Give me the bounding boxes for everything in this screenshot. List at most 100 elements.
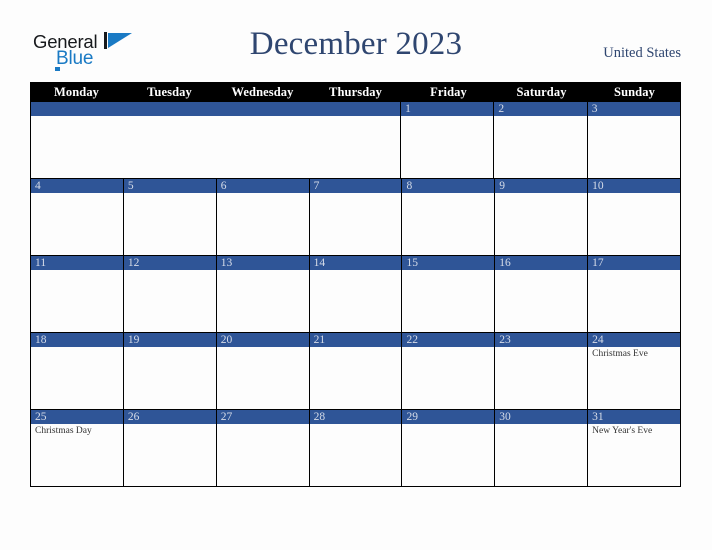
day-cell-11[interactable]: 11: [30, 256, 123, 333]
event-area: [217, 270, 309, 332]
day-cell-27[interactable]: 27: [215, 410, 309, 487]
week-row: 4 5 6 7 8 9 10: [30, 179, 682, 256]
day-cell-3[interactable]: 3: [586, 102, 681, 179]
event-area: [495, 424, 587, 486]
event-area: [588, 193, 680, 255]
date-number: [31, 102, 124, 116]
day-cell-16[interactable]: 16: [494, 256, 588, 333]
date-number: 2: [494, 102, 587, 116]
date-number: 27: [216, 410, 309, 424]
day-cell-24[interactable]: 24 Christmas Eve: [587, 333, 682, 410]
date-number: 26: [123, 410, 216, 424]
day-cell-9[interactable]: 9: [494, 179, 588, 256]
date-number: [215, 102, 308, 116]
event-area: [588, 270, 680, 332]
day-cell-19[interactable]: 19: [122, 333, 216, 410]
day-cell-26[interactable]: 26: [122, 410, 216, 487]
holiday-event-label: New Year's Eve: [592, 426, 653, 436]
date-number: 22: [402, 333, 495, 347]
event-area: [124, 193, 216, 255]
event-area: [401, 116, 493, 178]
day-cell-12[interactable]: 12: [122, 256, 216, 333]
day-cell-23[interactable]: 23: [494, 333, 588, 410]
day-cell-6[interactable]: 6: [215, 179, 309, 256]
date-number: 11: [31, 256, 123, 270]
date-number: 17: [588, 256, 681, 270]
date-number: 4: [31, 179, 123, 193]
date-number: 3: [587, 102, 680, 116]
date-number: [307, 102, 401, 116]
day-cell-17[interactable]: 17: [587, 256, 682, 333]
day-cell-22[interactable]: 22: [401, 333, 495, 410]
date-number: 20: [216, 333, 309, 347]
day-cell-29[interactable]: 29: [401, 410, 495, 487]
date-number: 5: [123, 179, 216, 193]
event-area: [588, 116, 680, 178]
day-cell-21[interactable]: 21: [308, 333, 402, 410]
weekday-header-tuesday: Tuesday: [147, 85, 192, 99]
logo-square-icon: [55, 67, 60, 71]
day-cell-18[interactable]: 18: [30, 333, 123, 410]
event-area: [31, 270, 123, 332]
event-area: [402, 347, 494, 409]
day-cell-15[interactable]: 15: [401, 256, 495, 333]
event-area: [310, 424, 402, 486]
event-area: [402, 424, 494, 486]
day-cell-2[interactable]: 2: [493, 102, 587, 179]
day-cell-28[interactable]: 28: [308, 410, 402, 487]
date-number: 8: [402, 179, 495, 193]
weekday-header-saturday: Saturday: [516, 85, 567, 99]
date-number: 21: [309, 333, 402, 347]
event-area: [31, 193, 123, 255]
event-area: Christmas Eve: [588, 347, 680, 409]
day-cell-empty: [30, 102, 124, 179]
day-cell-31[interactable]: 31 New Year's Eve: [587, 410, 682, 487]
event-area: New Year's Eve: [588, 424, 680, 486]
day-cell-1[interactable]: 1: [400, 102, 494, 179]
holiday-event-label: Christmas Day: [35, 426, 92, 436]
event-area: [217, 193, 309, 255]
event-area: [124, 347, 216, 409]
day-cell-7[interactable]: 7: [308, 179, 402, 256]
weekday-header-wednesday: Wednesday: [231, 85, 294, 99]
date-number: 12: [123, 256, 216, 270]
date-number: 19: [123, 333, 216, 347]
day-cell-30[interactable]: 30: [494, 410, 588, 487]
weekday-header-row: Monday Tuesday Wednesday Thursday Friday Satu…: [30, 82, 681, 102]
event-area: [216, 116, 308, 178]
calendar-body: 1 2 3 4 5 6 7 8 9 10 11 12 13 14 15 16 17 18 19 20 21 22 23 24 C…: [30, 102, 682, 487]
day-cell-5[interactable]: 5: [122, 179, 216, 256]
day-cell-13[interactable]: 13: [215, 256, 309, 333]
day-cell-empty: [123, 102, 216, 179]
event-area: [495, 270, 587, 332]
day-cell-10[interactable]: 10: [587, 179, 682, 256]
date-number: 13: [216, 256, 309, 270]
region-label: United States: [603, 45, 681, 61]
date-number: 18: [31, 333, 123, 347]
event-area: [31, 347, 123, 409]
event-area: [402, 193, 494, 255]
event-area: [310, 193, 402, 255]
date-number: 31: [588, 410, 681, 424]
weekday-header-sunday: Sunday: [614, 85, 655, 99]
date-number: 15: [402, 256, 495, 270]
event-area: [494, 116, 586, 178]
calendar-grid: Monday Tuesday Wednesday Thursday Friday Satu…: [30, 82, 682, 487]
date-number: 30: [495, 410, 588, 424]
day-cell-empty: [215, 102, 308, 179]
weekday-header-thursday: Thursday: [329, 85, 382, 99]
date-number: 14: [309, 256, 402, 270]
day-cell-20[interactable]: 20: [215, 333, 309, 410]
page-header: General Blue December 2023 United States: [0, 0, 712, 82]
weekday-header-monday: Monday: [53, 85, 100, 99]
day-cell-14[interactable]: 14: [308, 256, 402, 333]
date-number: 25: [31, 410, 123, 424]
event-area: [124, 270, 216, 332]
date-number: 10: [588, 179, 681, 193]
day-cell-25[interactable]: 25 Christmas Day: [30, 410, 123, 487]
day-cell-8[interactable]: 8: [401, 179, 495, 256]
week-row: 11 12 13 14 15 16 17: [30, 256, 682, 333]
day-cell-4[interactable]: 4: [30, 179, 123, 256]
date-number: 28: [309, 410, 402, 424]
event-area: [495, 347, 587, 409]
